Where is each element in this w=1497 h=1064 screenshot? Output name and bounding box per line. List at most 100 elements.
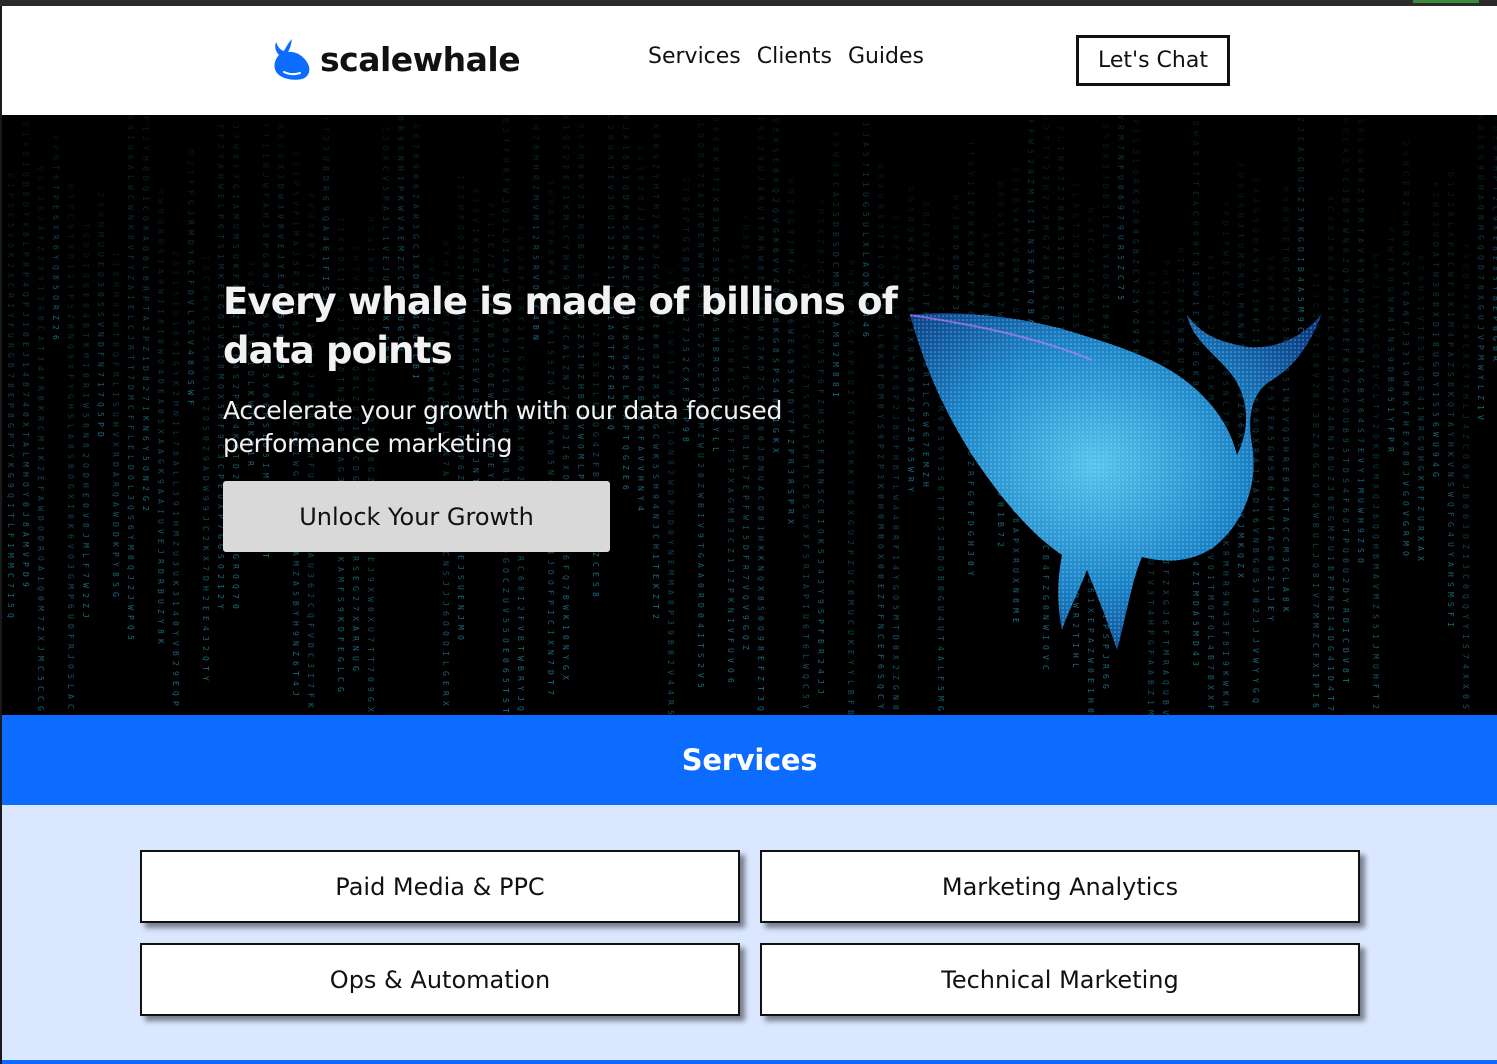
- svg-text:9: 9: [1386, 387, 1395, 392]
- lets-chat-button[interactable]: Let's Chat: [1076, 35, 1230, 86]
- svg-text:G: G: [36, 706, 45, 711]
- svg-text:Y: Y: [1371, 414, 1380, 419]
- svg-text:W: W: [801, 664, 810, 669]
- svg-text:4: 4: [1206, 265, 1215, 270]
- svg-text:M: M: [81, 353, 90, 358]
- svg-text:1: 1: [606, 265, 615, 270]
- svg-text:U: U: [801, 514, 810, 519]
- svg-text:J: J: [621, 125, 630, 130]
- svg-text:C: C: [726, 538, 735, 543]
- svg-text:X: X: [366, 387, 375, 392]
- svg-text:V: V: [1356, 458, 1365, 463]
- svg-text:B: B: [111, 342, 120, 347]
- service-paid-media-card[interactable]: Paid Media & PPC: [140, 850, 740, 923]
- svg-text:E: E: [846, 650, 855, 655]
- svg-text:C: C: [381, 166, 390, 171]
- svg-text:U: U: [546, 190, 555, 195]
- svg-text:B: B: [1431, 302, 1440, 307]
- svg-text:R: R: [471, 258, 480, 263]
- svg-text:7: 7: [231, 174, 240, 179]
- svg-text:X: X: [156, 429, 165, 434]
- svg-text:E: E: [891, 245, 900, 250]
- service-ops-automation-card[interactable]: Ops & Automation: [140, 943, 740, 1016]
- svg-text:S: S: [66, 674, 75, 679]
- svg-text:9: 9: [126, 115, 135, 120]
- svg-text:Q: Q: [1461, 464, 1470, 469]
- svg-text:5: 5: [1026, 249, 1035, 254]
- svg-text:X: X: [1461, 254, 1470, 259]
- svg-text:T: T: [1446, 412, 1455, 417]
- svg-text:9: 9: [1236, 183, 1245, 188]
- svg-text:Y: Y: [141, 446, 150, 451]
- svg-text:U: U: [1116, 235, 1125, 240]
- svg-text:4: 4: [1281, 197, 1290, 202]
- svg-text:L: L: [1071, 193, 1080, 198]
- svg-text:B: B: [951, 225, 960, 230]
- svg-text:T: T: [1386, 237, 1395, 242]
- svg-text:C: C: [846, 620, 855, 625]
- svg-text:6: 6: [321, 196, 330, 201]
- svg-text:I: I: [156, 299, 165, 304]
- svg-text:Q: Q: [1476, 205, 1485, 210]
- nav-services-link[interactable]: Services: [648, 44, 741, 69]
- svg-text:Z: Z: [786, 199, 795, 204]
- svg-text:0: 0: [1341, 558, 1350, 563]
- svg-text:P: P: [216, 214, 225, 219]
- svg-text:H: H: [201, 586, 210, 591]
- svg-text:K: K: [1446, 392, 1455, 397]
- svg-text:0: 0: [846, 590, 855, 595]
- nav-clients-link[interactable]: Clients: [757, 44, 832, 69]
- svg-text:9: 9: [561, 135, 570, 140]
- svg-text:V: V: [21, 552, 30, 557]
- svg-text:0: 0: [951, 255, 960, 260]
- svg-text:0: 0: [876, 574, 885, 579]
- svg-text:2: 2: [771, 198, 780, 203]
- svg-text:0: 0: [936, 276, 945, 281]
- svg-text:Z: Z: [576, 214, 585, 219]
- svg-text:W: W: [111, 512, 120, 517]
- svg-text:F: F: [126, 425, 135, 430]
- svg-text:2: 2: [141, 386, 150, 391]
- svg-text:M: M: [891, 615, 900, 620]
- svg-text:F: F: [1011, 228, 1020, 233]
- svg-text:S: S: [66, 454, 75, 459]
- svg-text:O: O: [606, 205, 615, 210]
- svg-text:T: T: [126, 365, 135, 370]
- svg-text:R: R: [1416, 426, 1425, 431]
- svg-text:W: W: [366, 267, 375, 272]
- svg-text:D: D: [21, 182, 30, 187]
- svg-text:D: D: [36, 516, 45, 521]
- svg-text:2: 2: [456, 185, 465, 190]
- svg-text:P: P: [1491, 316, 1497, 321]
- svg-text:D: D: [1191, 121, 1200, 126]
- svg-text:0: 0: [21, 502, 30, 507]
- svg-text:J: J: [516, 256, 525, 261]
- svg-text:Y: Y: [231, 164, 240, 169]
- service-technical-marketing-card[interactable]: Technical Marketing: [760, 943, 1360, 1016]
- svg-text:P: P: [51, 195, 60, 200]
- brand-logo[interactable]: scalewhale: [270, 34, 521, 84]
- svg-text:M: M: [936, 696, 945, 701]
- svg-text:U: U: [876, 194, 885, 199]
- svg-text:7: 7: [201, 566, 210, 571]
- svg-text:W: W: [366, 597, 375, 602]
- svg-text:E: E: [1056, 256, 1065, 261]
- svg-text:7: 7: [1326, 706, 1335, 711]
- svg-text:D: D: [951, 245, 960, 250]
- svg-text:O: O: [66, 474, 75, 479]
- svg-text:Q: Q: [1356, 148, 1365, 153]
- svg-text:A: A: [306, 553, 315, 558]
- svg-text:7: 7: [756, 146, 765, 151]
- nav-guides-link[interactable]: Guides: [848, 44, 924, 69]
- svg-text:F: F: [1026, 119, 1035, 124]
- unlock-growth-button[interactable]: Unlock Your Growth: [223, 481, 610, 552]
- svg-text:B: B: [156, 589, 165, 594]
- svg-text:E: E: [36, 186, 45, 191]
- svg-text:R: R: [1341, 328, 1350, 333]
- svg-text:5: 5: [81, 413, 90, 418]
- svg-text:E: E: [966, 201, 975, 206]
- service-marketing-analytics-card[interactable]: Marketing Analytics: [760, 850, 1360, 923]
- svg-text:D: D: [201, 576, 210, 581]
- svg-text:Q: Q: [1131, 169, 1140, 174]
- svg-text:C: C: [906, 247, 915, 252]
